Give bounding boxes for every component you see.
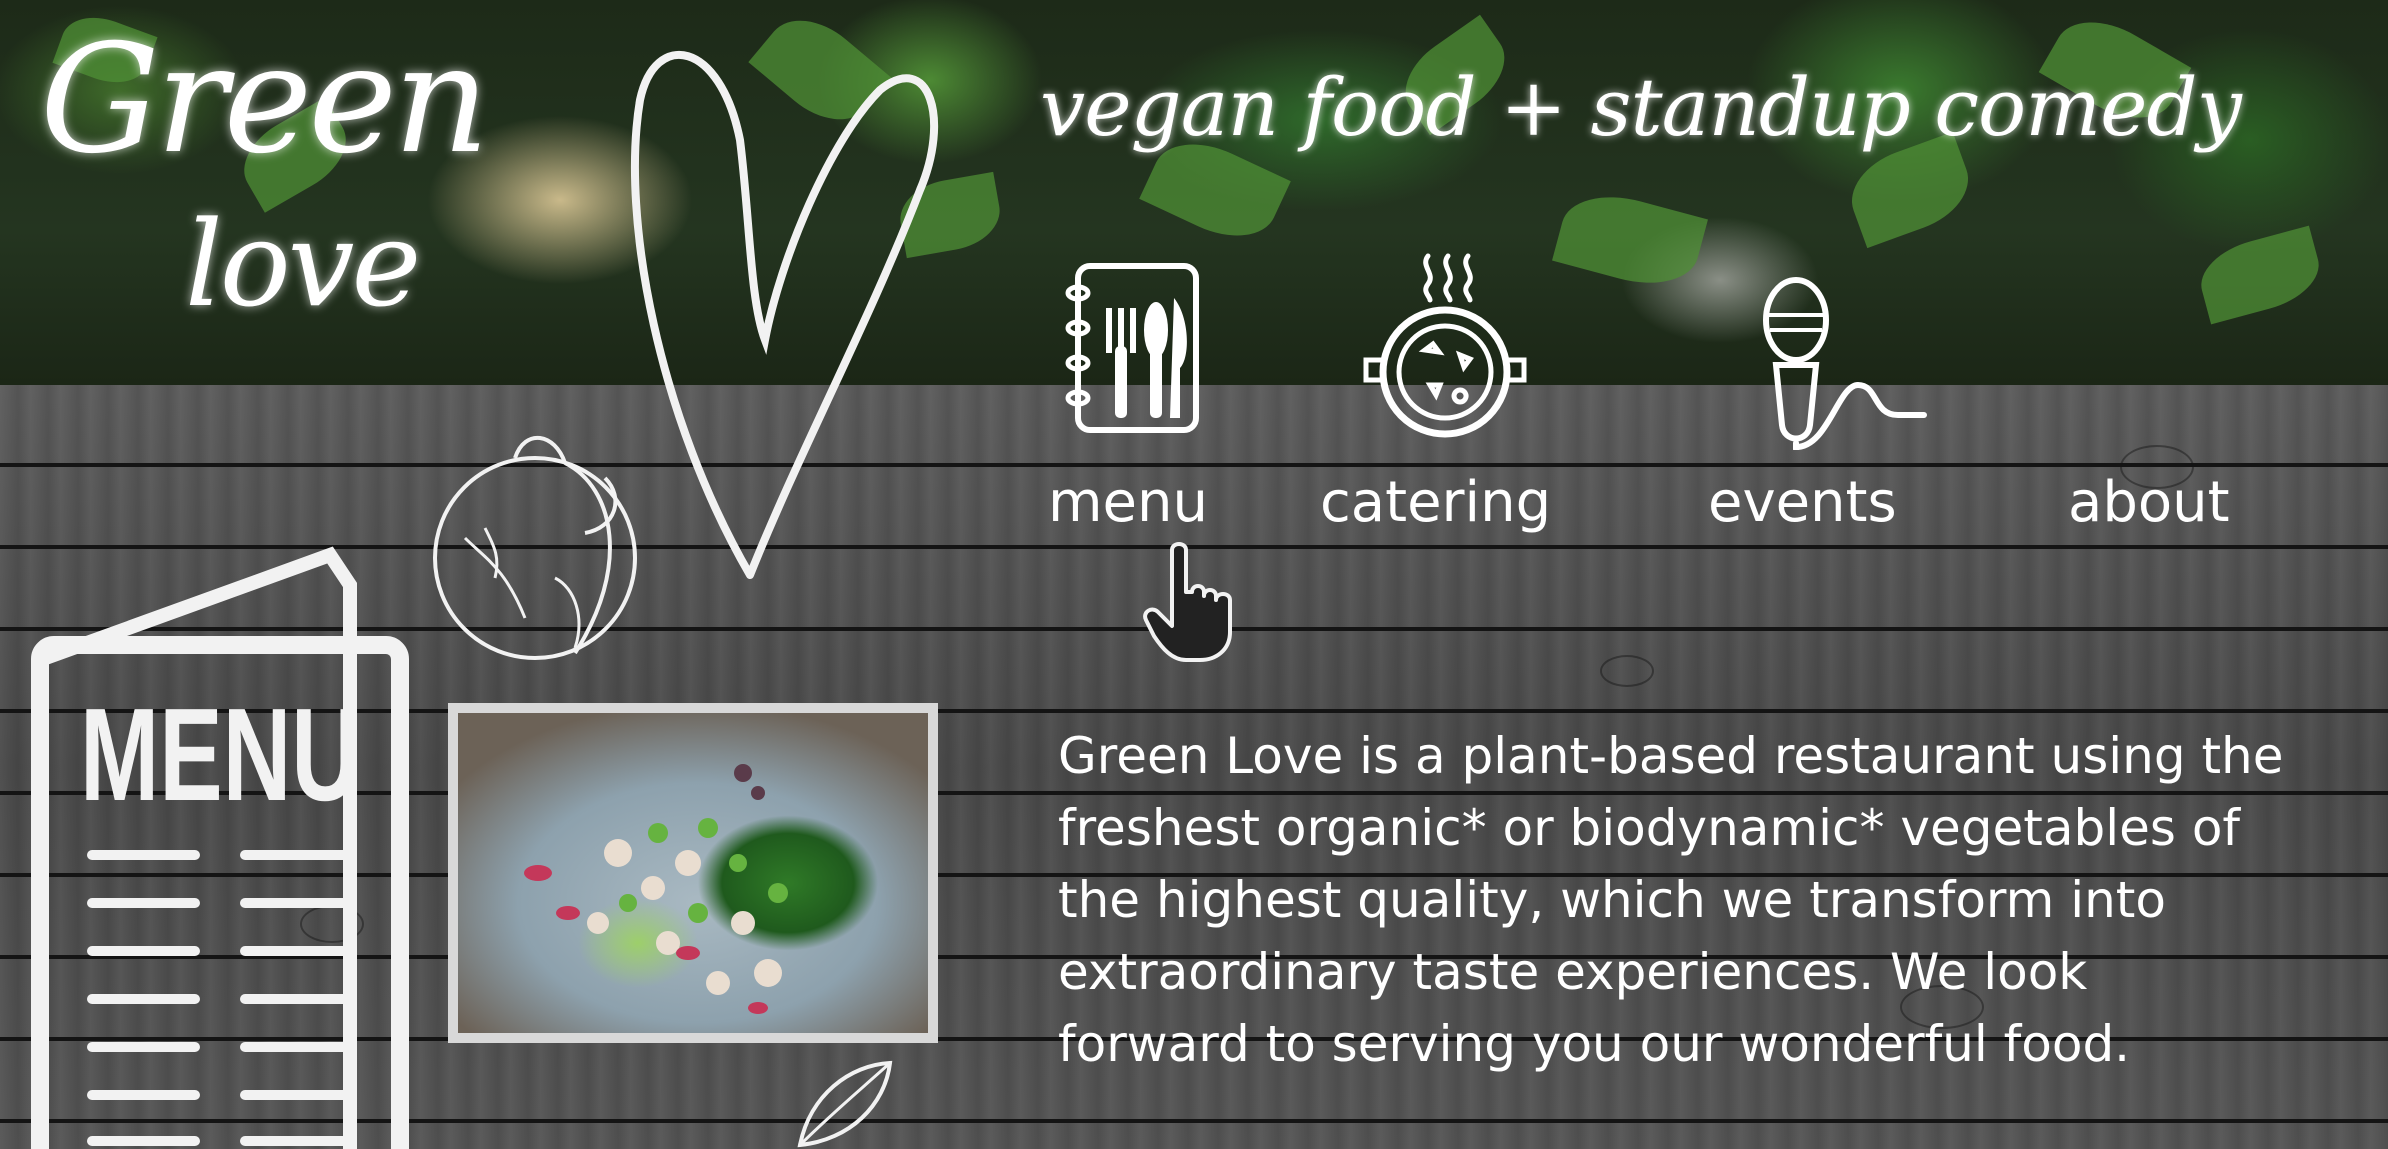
- intro-text: Green Love is a plant-based restaurant u…: [1058, 727, 2284, 1073]
- cabbage-icon: [433, 436, 637, 660]
- logo-love[interactable]: love: [185, 205, 421, 323]
- nav-events[interactable]: events: [1708, 470, 1897, 535]
- menu-book-icon[interactable]: [1058, 258, 1208, 438]
- logo-green[interactable]: Green: [40, 25, 490, 175]
- wood-knot: [1600, 655, 1654, 687]
- pointer-hand-cursor-icon: [1143, 542, 1232, 662]
- microphone-icon[interactable]: [1748, 275, 1928, 450]
- nav-menu[interactable]: menu: [1048, 470, 1208, 535]
- leaf-decoration: [1552, 183, 1708, 297]
- food-photo: [448, 703, 938, 1043]
- nav-catering[interactable]: catering: [1320, 470, 1551, 535]
- tagline: vegan food + standup comedy: [1040, 61, 2242, 154]
- salad-plate-illustration: [524, 764, 788, 1014]
- menu-card-title: MENU: [80, 681, 360, 828]
- menu-card-icon: MENU: [31, 546, 409, 1149]
- soup-pot-icon[interactable]: [1360, 250, 1530, 440]
- leaf-decoration: [2192, 225, 2328, 325]
- leaf-doodle-icon: [797, 1060, 893, 1148]
- nav-about[interactable]: about: [2068, 470, 2230, 535]
